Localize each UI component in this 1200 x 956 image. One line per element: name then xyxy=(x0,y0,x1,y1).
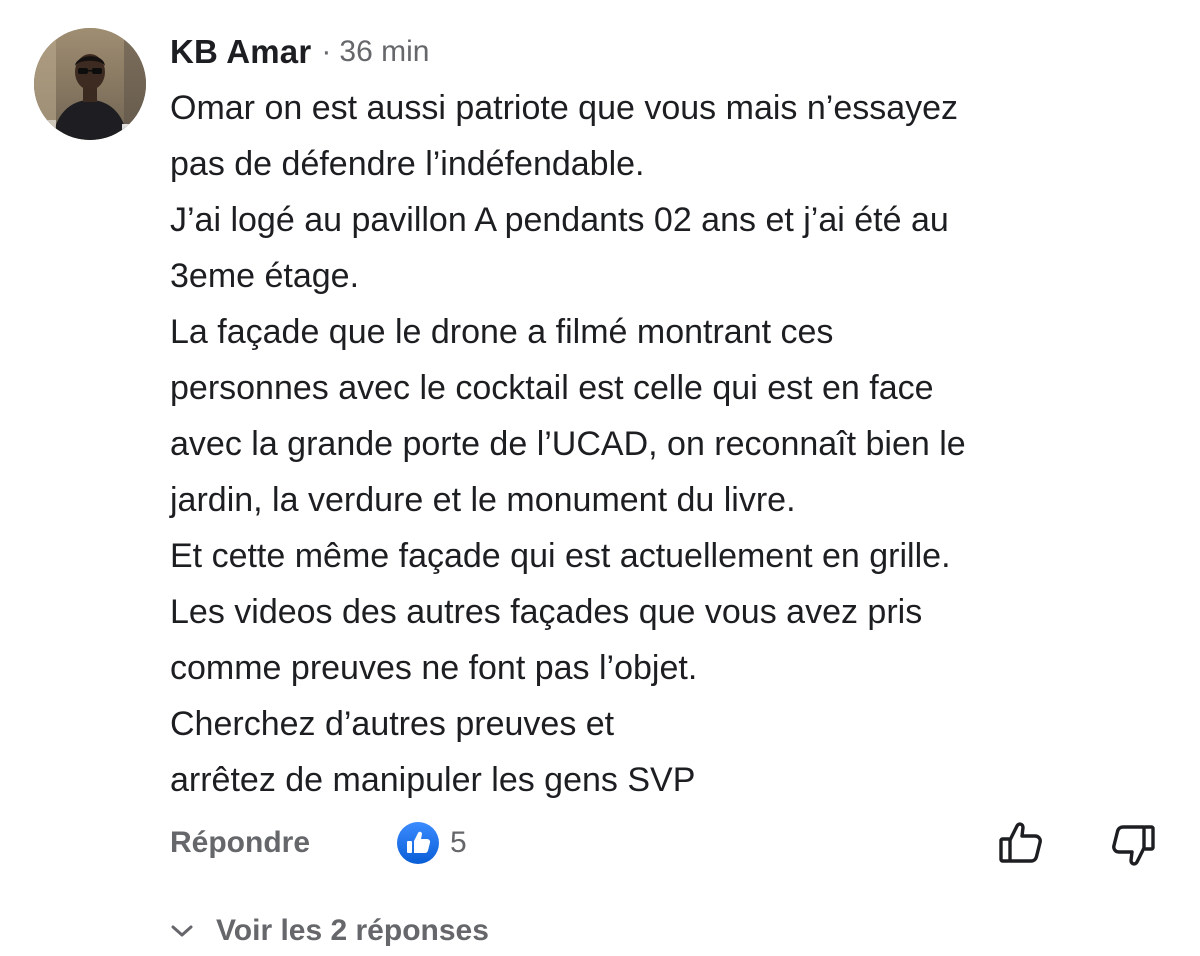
comment-header: KB Amar · 36 min xyxy=(170,26,429,78)
comment-line: arrêtez de manipuler les gens SVP xyxy=(170,761,696,799)
like-badge-icon xyxy=(397,822,439,864)
comment-line: avec la grande porte de l’UCAD, on recon… xyxy=(170,425,966,463)
comment-line: Et cette même façade qui est actuellemen… xyxy=(170,537,951,575)
comment-line: La façade que le drone a filmé montrant … xyxy=(170,313,834,351)
reply-button[interactable]: Répondre xyxy=(170,826,310,860)
avatar-photo xyxy=(34,28,146,140)
comment-line: J’ai logé au pavillon A pendants 02 ans … xyxy=(170,201,949,239)
comment-line: Les videos des autres façades que vous a… xyxy=(170,593,923,631)
comment: KB Amar · 36 min Omar on est aussi patri… xyxy=(0,0,1200,953)
comment-line: Omar on est aussi patriote que vous mais… xyxy=(170,89,959,127)
comment-line: pas de défendre l’indéfendable. xyxy=(170,145,645,183)
comment-line: Cherchez d’autres preuves et xyxy=(170,705,615,743)
separator-dot: · xyxy=(321,35,332,68)
view-replies-label: Voir les 2 réponses xyxy=(216,914,489,947)
author-name[interactable]: KB Amar xyxy=(170,33,311,71)
thumb-up-icon[interactable] xyxy=(998,818,1044,866)
comment-timestamp[interactable]: 36 min xyxy=(339,35,429,69)
avatar[interactable] xyxy=(34,28,146,140)
reaction-summary[interactable]: 5 xyxy=(396,820,467,866)
view-replies-button[interactable]: Voir les 2 réponses xyxy=(170,906,489,956)
comment-line: 3eme étage. xyxy=(170,257,360,295)
comment-line: jardin, la verdure et le monument du liv… xyxy=(170,481,796,519)
comment-line: personnes avec le cocktail est celle qui… xyxy=(170,369,934,407)
like-count: 5 xyxy=(450,826,467,859)
comment-body: Omar on est aussi patriote que vous mais… xyxy=(170,80,1180,808)
thumb-down-icon[interactable] xyxy=(1110,822,1156,870)
chevron-down-icon xyxy=(171,925,193,937)
comment-line: comme preuves ne font pas l’objet. xyxy=(170,649,698,687)
comment-actions: Répondre 5 xyxy=(170,814,1170,874)
